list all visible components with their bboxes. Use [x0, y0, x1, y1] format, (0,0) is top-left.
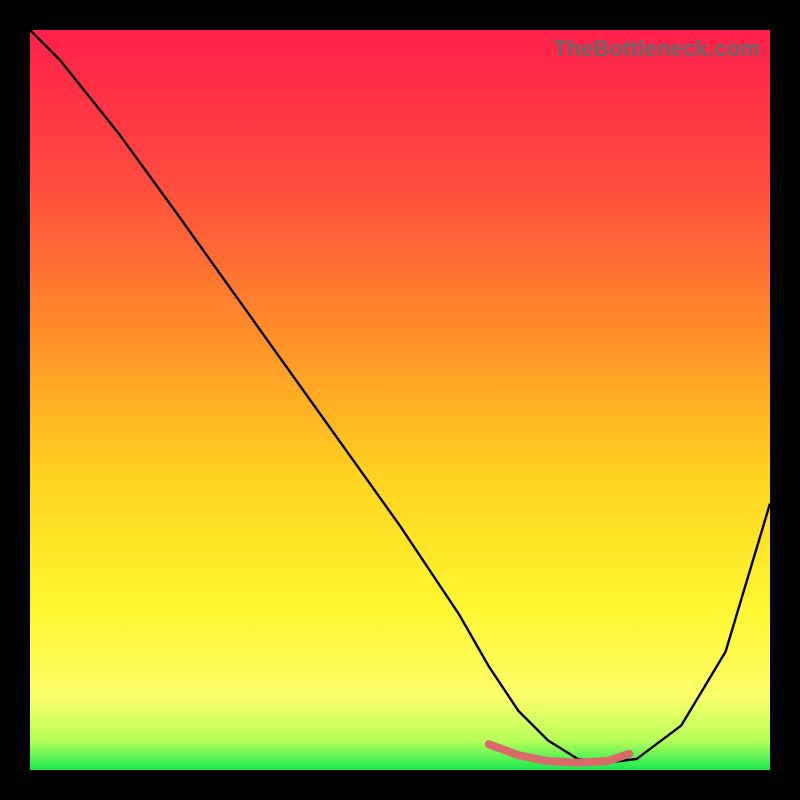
gradient-background: [30, 30, 770, 770]
chart-frame: TheBottleneck.com: [30, 30, 770, 770]
chart-canvas: [30, 30, 770, 770]
watermark-text: TheBottleneck.com: [554, 36, 760, 62]
